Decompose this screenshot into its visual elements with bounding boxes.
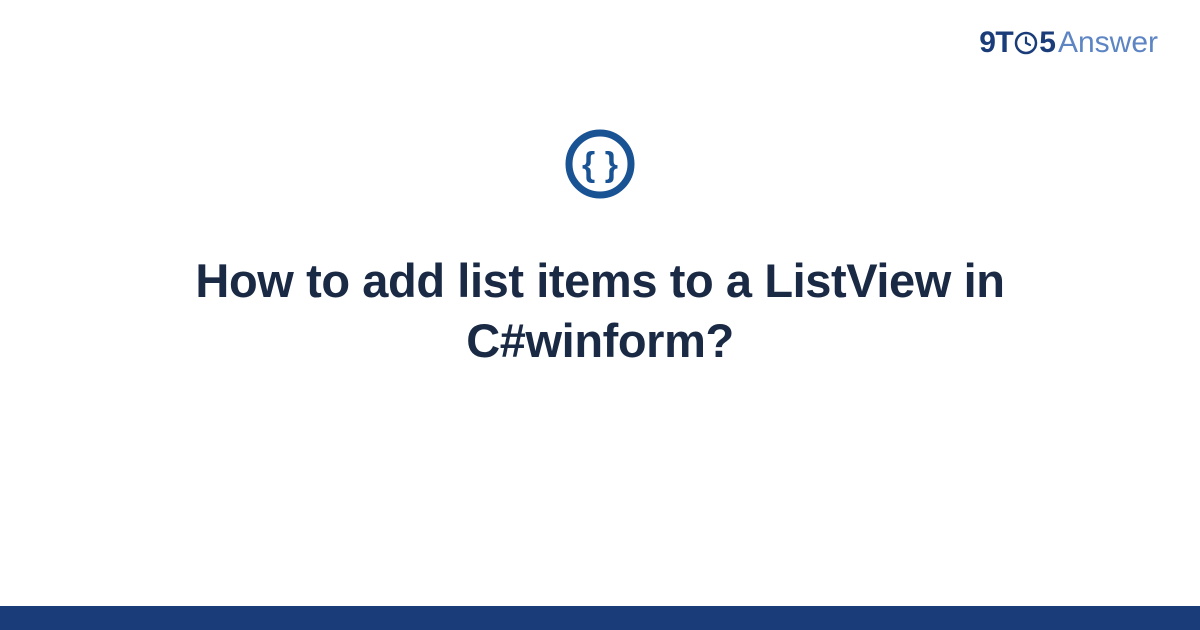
question-title: How to add list items to a ListView in C…: [120, 251, 1080, 371]
logo-text-suffix: Answer: [1058, 26, 1158, 60]
logo-text-mid: 5: [1039, 26, 1056, 60]
clock-icon: [1014, 31, 1038, 55]
braces-icon: { }: [564, 128, 636, 205]
main-content: { } How to add list items to a ListView …: [0, 128, 1200, 371]
svg-text:{ }: { }: [582, 146, 618, 184]
footer-bar: [0, 606, 1200, 630]
brand-logo[interactable]: 9T 5 Answer: [979, 26, 1158, 60]
logo-text-prefix: 9T: [979, 26, 1013, 60]
